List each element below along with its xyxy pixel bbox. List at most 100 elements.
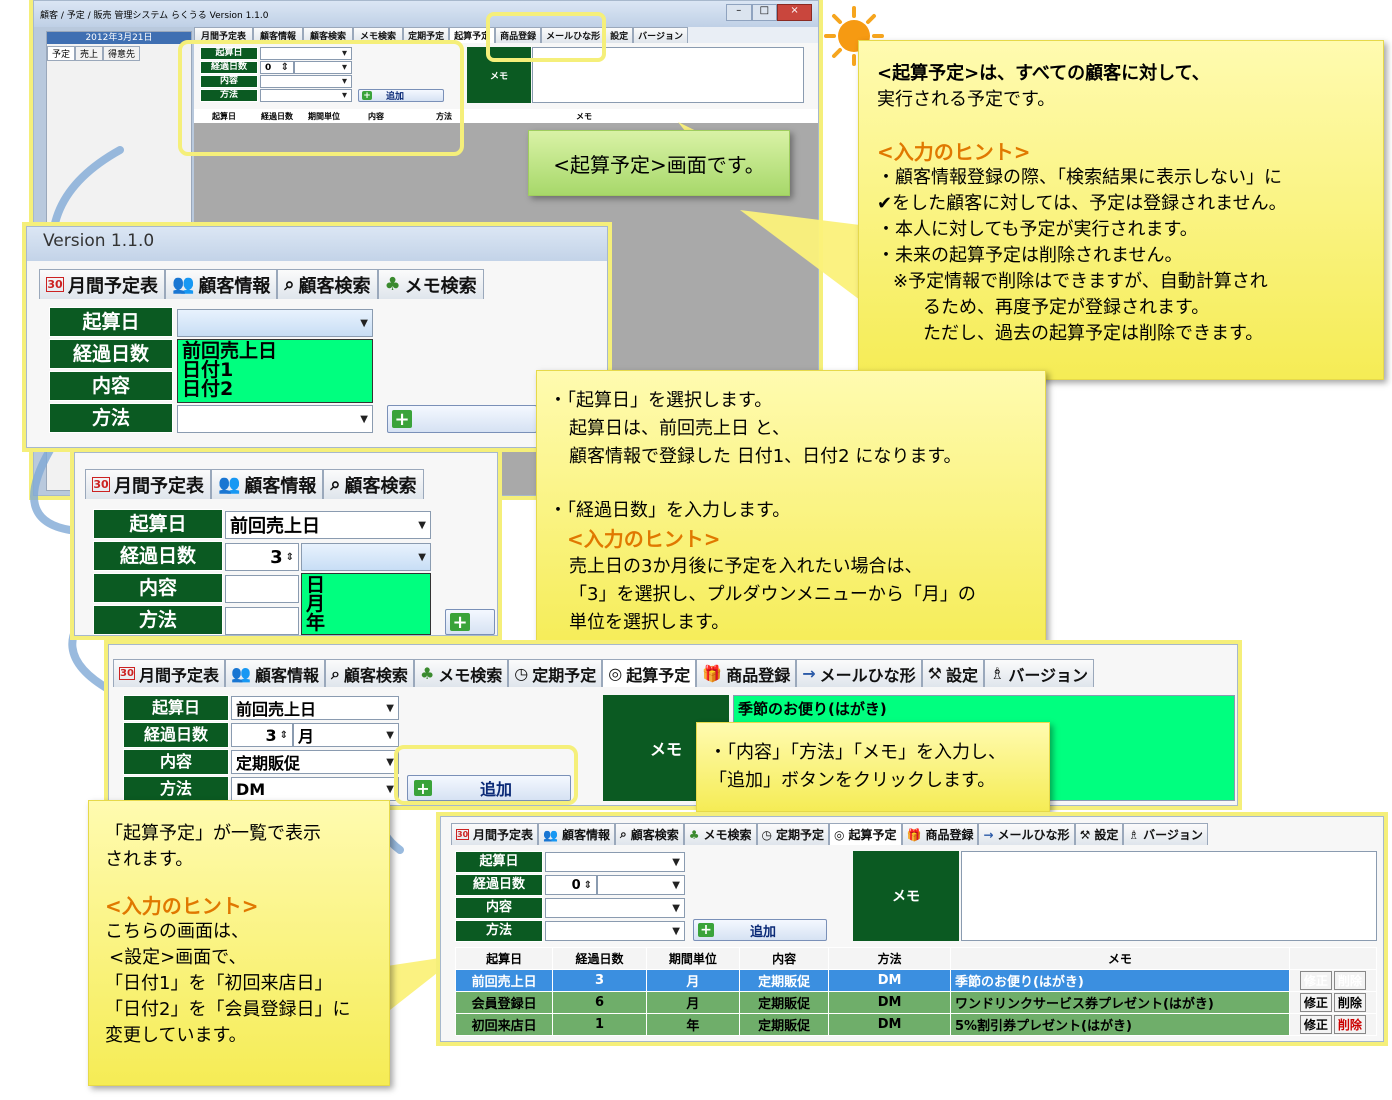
content-select[interactable]	[225, 575, 299, 603]
people-icon: 👥	[218, 474, 241, 495]
calendar-icon: 30	[92, 477, 110, 492]
unit-select[interactable]: ▼	[597, 875, 685, 895]
people-icon: 👥	[172, 274, 195, 295]
option-year[interactable]: 年	[306, 614, 426, 633]
col-base-date: 起算日	[454, 947, 554, 970]
delete-button[interactable]: 削除	[1333, 993, 1366, 1012]
tab-monthly[interactable]: 30 月間予定表	[39, 269, 165, 299]
memo-input[interactable]	[961, 851, 1377, 941]
unit-dropdown[interactable]: 日 月 年	[301, 573, 431, 635]
tab-customer-search[interactable]: ⌕ 顧客検索	[277, 269, 378, 299]
mail-icon: →	[802, 664, 816, 683]
delete-button[interactable]: 削除	[1333, 971, 1366, 990]
label-method: 方法	[455, 920, 543, 942]
edit-button[interactable]: 修正	[1299, 1015, 1332, 1034]
calendar-icon: 30	[119, 667, 135, 680]
add-button[interactable]: +	[445, 609, 495, 635]
label-content: 内容	[49, 371, 173, 401]
memo-search-icon: ♣	[419, 664, 435, 683]
tab-customer-info[interactable]: 👥 顧客情報	[225, 659, 325, 687]
tab-monthly[interactable]: 30 月間予定表	[451, 823, 539, 845]
add-button[interactable]: + 追加	[693, 919, 827, 941]
plus-icon: +	[450, 612, 470, 633]
tab-customer-search[interactable]: ⌕ 顧客検索	[323, 469, 424, 499]
tab-monthly[interactable]: 30 月間予定表	[113, 659, 226, 687]
highlight-add	[394, 745, 578, 805]
tab-mail-template[interactable]: → メールひな形	[796, 659, 922, 687]
bottom-screen: 30 月間予定表 👥 顧客情報 ⌕ 顧客検索 ♣ メモ検索 ◷ 定期予定 ◎ 起算予定 🎁 商…	[436, 812, 1388, 1046]
zoom1-version: Version 1.1.0	[27, 227, 607, 261]
tab-products[interactable]: 🎁 商品登録	[901, 823, 979, 845]
bottom-tabbar: 30 月間予定表 👥 顧客情報 ⌕ 顧客検索 ♣ メモ検索 ◷ 定期予定 ◎ 起算予定 🎁 商…	[451, 823, 1208, 845]
calendar-icon: 30	[46, 277, 64, 292]
edit-button[interactable]: 修正	[1299, 993, 1332, 1012]
label-content: 内容	[93, 573, 223, 603]
tab-settings[interactable]: ⚒ 設定	[1074, 823, 1124, 845]
search-icon: ⌕	[619, 827, 627, 841]
people-icon: 👥	[231, 664, 251, 683]
col-unit: 期間単位	[645, 947, 740, 970]
tab-regular[interactable]: ◷ 定期予定	[508, 659, 603, 687]
tab-memo-search[interactable]: ♣ メモ検索	[413, 659, 509, 687]
plus-icon: +	[698, 922, 714, 938]
method-select[interactable]	[225, 607, 299, 635]
mail-icon: →	[983, 827, 994, 842]
label-base-date: 起算日	[49, 307, 173, 337]
tab-version[interactable]: ♗ バージョン	[1123, 823, 1208, 845]
gift-icon: 🎁	[702, 664, 723, 683]
memo-search-icon: ♣	[688, 827, 700, 842]
edit-button[interactable]: 修正	[1299, 971, 1332, 990]
option-date2[interactable]: 日付2	[182, 380, 368, 399]
list-note: 「起算予定」が一覧で表示 されます。 <入力のヒント> こちらの画面は、 <設定…	[88, 800, 390, 1086]
content-select[interactable]: 定期販促 ▼	[231, 750, 399, 774]
label-elapsed: 経過日数	[455, 874, 543, 896]
table-row[interactable]: 初回来店日 1 年 定期販促 DM 5%割引券プレゼント(はがき) 修正 削除	[454, 1013, 1378, 1036]
base-schedule-icon: ◎	[608, 664, 623, 683]
unit-select[interactable]: ▼	[301, 543, 431, 571]
table-row[interactable]: 会員登録日 6 月 定期販促 DM ワンドリンクサービス券プレゼント(はがき) …	[454, 991, 1378, 1014]
method-select[interactable]: DM ▼	[231, 777, 399, 801]
label-elapsed: 経過日数	[49, 339, 173, 369]
tab-customer-info[interactable]: 👥 顧客情報	[538, 823, 615, 845]
col-method: 方法	[828, 947, 951, 970]
base-date-select[interactable]: 前回売上日 ▼	[231, 696, 399, 720]
tab-settings[interactable]: ⚒ 設定	[921, 659, 984, 687]
step-note: ・「起算日」を選択します。 起算日は、前回売上日 と、 顧客情報で登録した 日付…	[536, 370, 1046, 656]
base-date-select[interactable]: ▼	[177, 309, 373, 337]
tab-customer-info[interactable]: 👥 顧客情報	[165, 269, 278, 299]
tab-base-schedule[interactable]: ◎ 起算予定	[829, 823, 902, 845]
label-method: 方法	[93, 605, 223, 635]
col-elapsed: 経過日数	[552, 947, 647, 970]
tab-products[interactable]: 🎁 商品登録	[696, 659, 797, 687]
tab-memo-search[interactable]: ♣ メモ検索	[683, 823, 757, 845]
elapsed-stepper[interactable]: 0 ⇕	[545, 875, 597, 895]
content-select[interactable]: ▼	[545, 898, 685, 918]
tools-icon: ⚒	[1079, 827, 1091, 842]
base-date-select[interactable]: ▼	[545, 852, 685, 872]
elapsed-stepper[interactable]: 3 ⇕	[225, 543, 299, 571]
delete-button[interactable]: 削除	[1333, 1015, 1366, 1034]
tab-customer-search[interactable]: ⌕ 顧客検索	[324, 659, 414, 687]
add-button[interactable]: +	[387, 405, 537, 433]
base-date-dropdown[interactable]: 前回売上日 日付1 日付2	[177, 339, 373, 403]
tab-memo-search[interactable]: ♣ メモ検索	[377, 269, 484, 299]
tab-mail-template[interactable]: → メールひな形	[978, 823, 1075, 845]
schedule-table: 起算日 経過日数 期間単位 内容 方法 メモ 前回売上日 3 月 定期販促 DM…	[454, 947, 1378, 1036]
col-memo: メモ	[949, 947, 1290, 970]
tab-customer-info[interactable]: 👥 顧客情報	[211, 469, 324, 499]
label-base-date: 起算日	[123, 695, 229, 721]
method-select[interactable]: ▼	[545, 921, 685, 941]
elapsed-stepper[interactable]: 3 ⇕	[231, 723, 293, 747]
memo-text: 季節のお便り(はがき)	[738, 700, 887, 718]
unit-select[interactable]: 月 ▼	[293, 723, 399, 747]
tab-customer-search[interactable]: ⌕ 顧客検索	[614, 823, 684, 845]
tab-monthly[interactable]: 30 月間予定表	[85, 469, 211, 499]
gift-icon: 🎁	[906, 827, 922, 842]
table-row[interactable]: 前回売上日 3 月 定期販促 DM 季節のお便り(はがき) 修正 削除	[454, 969, 1378, 992]
tab-base-schedule[interactable]: ◎ 起算予定	[602, 659, 697, 687]
base-date-select[interactable]: 前回売上日 ▼	[225, 511, 431, 539]
method-select[interactable]: ▼	[177, 405, 373, 433]
add-note: ・「内容」「方法」「メモ」を入力し、 「追加」ボタンをクリックします。	[696, 722, 1050, 812]
tab-version[interactable]: ♗ バージョン	[983, 659, 1095, 687]
tab-regular[interactable]: ◷ 定期予定	[756, 823, 830, 845]
